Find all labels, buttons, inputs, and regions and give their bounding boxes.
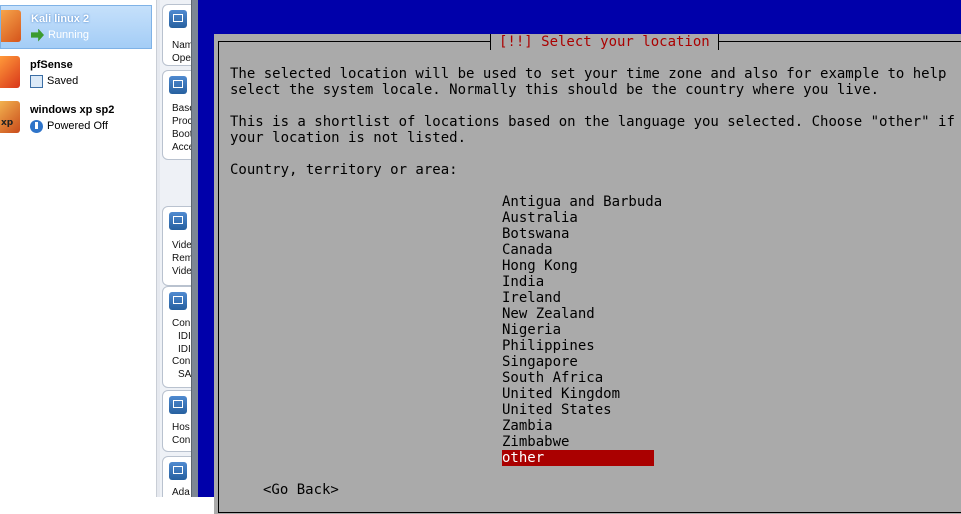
saved-state-icon (30, 74, 43, 88)
location-option[interactable]: Zimbabwe (502, 434, 654, 450)
vm-state: Powered Off (30, 119, 108, 133)
windows-xp-os-icon: xp (0, 101, 20, 133)
vm-state: Running (31, 28, 89, 42)
network-section[interactable]: Ada (162, 456, 191, 497)
description-line: This is a shortlist of locations based o… (230, 114, 955, 130)
vm-name: pfSense (30, 59, 73, 71)
running-arrow-icon (31, 28, 44, 42)
detail-line: Vide (172, 240, 191, 251)
detail-line: Base (172, 103, 191, 114)
audio-section[interactable]: Hos Con (162, 390, 191, 452)
vm-guest-screen[interactable]: [!!] Select your location The selected l… (198, 0, 961, 514)
location-option[interactable]: South Africa (502, 370, 654, 386)
location-option[interactable]: Zambia (502, 418, 654, 434)
go-back-button[interactable]: <Go Back> (263, 482, 339, 498)
location-option[interactable]: Canada (502, 242, 654, 258)
audio-icon (169, 396, 187, 414)
storage-icon (169, 292, 187, 310)
detail-line: Boot (172, 129, 191, 140)
detail-line: Ope (172, 53, 191, 64)
location-option[interactable]: Hong Kong (502, 258, 654, 274)
location-option[interactable]: Antigua and Barbuda (502, 194, 662, 210)
location-option[interactable]: Australia (502, 210, 654, 226)
detail-line: SA (178, 369, 191, 380)
location-option[interactable]: New Zealand (502, 306, 654, 322)
detail-line: Proc (172, 116, 191, 127)
detail-line: Con (172, 318, 191, 329)
storage-section[interactable]: Con IDI IDI Con SA (162, 286, 191, 388)
detail-line: IDI (178, 331, 191, 342)
vm-item-kali-linux-2[interactable]: Kali linux 2 Running (0, 5, 152, 49)
dialog-title: [!!] Select your location (490, 34, 719, 50)
detail-line: Nam (172, 40, 191, 51)
system-icon (169, 76, 187, 94)
detail-line: Con (172, 435, 191, 446)
vm-state-label: Powered Off (47, 120, 108, 132)
display-section[interactable]: Vide Rem Vide (162, 206, 191, 286)
vm-name: windows xp sp2 (30, 104, 115, 116)
general-section[interactable]: Nam Ope (162, 4, 191, 66)
network-icon (169, 462, 187, 480)
location-option[interactable]: Philippines (502, 338, 654, 354)
location-option[interactable]: India (502, 274, 654, 290)
location-option[interactable]: Botswana (502, 226, 654, 242)
pfsense-os-icon (0, 56, 20, 88)
vm-name: Kali linux 2 (31, 13, 90, 25)
detail-line: Acce (172, 142, 191, 153)
location-option[interactable]: Nigeria (502, 322, 654, 338)
powered-off-icon (30, 119, 43, 133)
detail-line: Con (172, 356, 191, 367)
location-option[interactable]: United Kingdom (502, 386, 654, 402)
vm-state-label: Running (48, 29, 89, 41)
general-icon (169, 10, 187, 28)
description-line: select the system locale. Normally this … (230, 82, 880, 98)
field-prompt: Country, territory or area: (230, 162, 458, 178)
system-section[interactable]: Base Proc Boot Acce (162, 70, 191, 160)
location-list[interactable]: Antigua and Barbuda Australia Botswana C… (502, 194, 662, 466)
location-option[interactable]: Singapore (502, 354, 654, 370)
kali-os-icon (1, 10, 21, 42)
display-icon (169, 212, 187, 230)
description-line: The selected location will be used to se… (230, 66, 947, 82)
vm-list: Kali linux 2 Running pfSense Saved xp wi… (0, 0, 156, 497)
details-panel: Nam Ope Base Proc Boot Acce Vide Rem Vid… (160, 0, 191, 497)
detail-line: Rem (172, 253, 191, 264)
detail-line: Vide (172, 266, 191, 277)
detail-line: Hos (172, 422, 190, 433)
detail-line: Ada (172, 487, 190, 497)
location-option-selected[interactable]: other (502, 450, 654, 466)
detail-line: IDI (178, 344, 191, 355)
vm-state-label: Saved (47, 75, 79, 87)
installer-dialog: [!!] Select your location The selected l… (214, 34, 961, 514)
vm-state: Saved (30, 74, 78, 88)
location-option[interactable]: Ireland (502, 290, 654, 306)
description-line: your location is not listed. (230, 130, 467, 146)
location-option[interactable]: United States (502, 402, 654, 418)
vm-item-pfsense[interactable]: pfSense Saved (0, 52, 152, 96)
vm-item-windows-xp-sp2[interactable]: xp windows xp sp2 Powered Off (0, 97, 152, 141)
